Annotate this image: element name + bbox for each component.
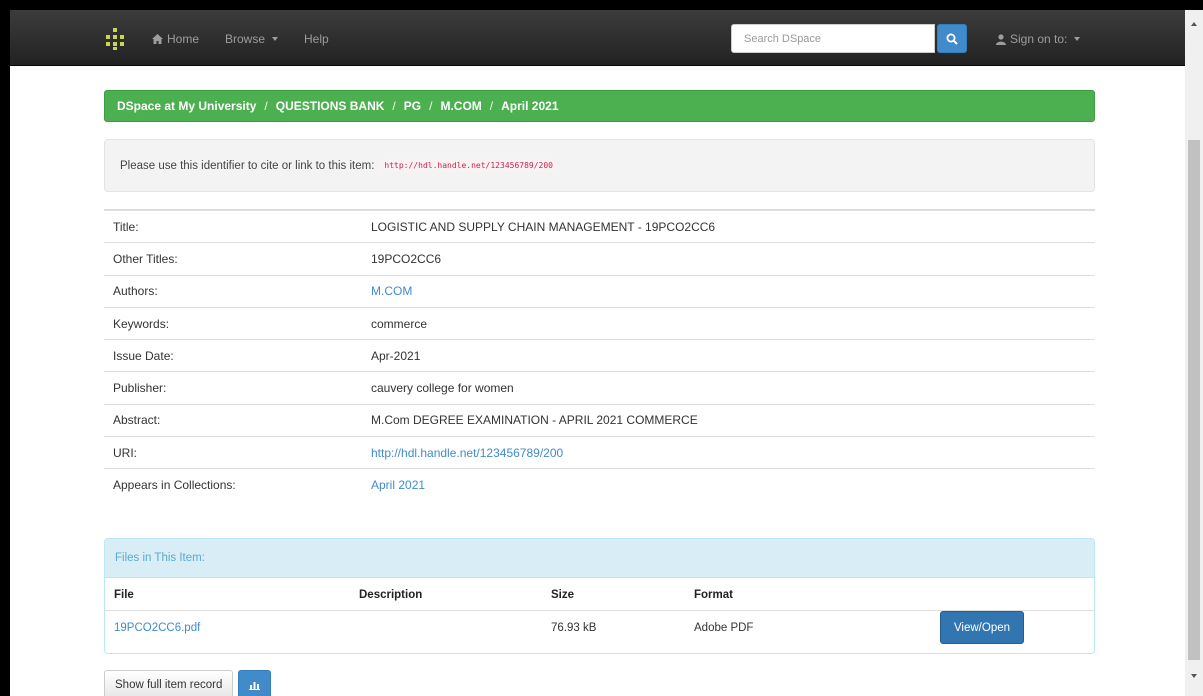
files-table-header: File Description Size Format [105,578,1094,611]
author-link[interactable]: M.COM [371,284,412,298]
nav-browse-dropdown[interactable]: Browse [225,32,279,46]
top-navbar: Home Browse Help Sign on to: [10,10,1185,66]
search-input[interactable] [731,24,935,53]
files-panel-heading: Files in This Item: [105,539,1094,578]
nav-browse-label: Browse [225,32,266,46]
metadata-row-publisher: Publisher: cauvery college for women [104,371,1095,403]
breadcrumb: DSpace at My University / QUESTIONS BANK… [104,90,1095,122]
show-full-record-button[interactable]: Show full item record [104,670,234,696]
breadcrumb-separator: / [264,99,268,113]
nav-help[interactable]: Help [304,32,329,46]
identifier-well: Please use this identifier to cite or li… [104,139,1095,192]
vertical-scrollbar[interactable] [1185,10,1203,696]
metadata-row-title: Title: LOGISTIC AND SUPPLY CHAIN MANAGEM… [104,210,1095,242]
breadcrumb-item-home[interactable]: DSpace at My University [117,99,256,113]
breadcrumb-item-questions-bank[interactable]: QUESTIONS BANK [276,99,385,113]
column-header-file: File [114,588,134,601]
identifier-text: Please use this identifier to cite or li… [120,159,375,172]
statistics-button[interactable] [238,670,272,696]
breadcrumb-separator: / [429,99,433,113]
nav-home[interactable]: Home [152,32,199,46]
view-open-button[interactable]: View/Open [940,611,1024,644]
metadata-value: 19PCO2CC6 [371,251,442,266]
metadata-label: Other Titles: [113,251,178,266]
files-panel: Files in This Item: File Description Siz… [104,538,1095,654]
column-header-format: Format [694,588,733,601]
metadata-value: cauvery college for women [371,381,514,396]
user-icon [996,33,1006,45]
metadata-label: Keywords: [113,316,170,331]
dspace-logo-icon[interactable] [106,28,124,50]
breadcrumb-item-pg[interactable]: PG [404,99,421,113]
caret-down-icon [272,37,279,41]
metadata-label: Authors: [113,284,158,299]
metadata-row-uri: URI: http://hdl.handle.net/123456789/200 [104,436,1095,468]
sign-on-label: Sign on to: [1010,32,1068,46]
sign-on-dropdown[interactable]: Sign on to: [996,32,1081,46]
file-size: 76.93 kB [551,621,597,634]
file-format: Adobe PDF [694,621,754,634]
nav-home-label: Home [167,32,200,46]
metadata-label: Appears in Collections: [113,478,236,493]
bar-chart-icon [249,682,261,690]
metadata-row-collections: Appears in Collections: April 2021 [104,468,1095,500]
column-header-size: Size [551,588,575,601]
identifier-url: http://hdl.handle.net/123456789/200 [380,159,557,172]
metadata-label: Publisher: [113,381,167,396]
home-icon [152,34,163,44]
breadcrumb-separator: / [392,99,396,113]
metadata-row-authors: Authors: M.COM [104,274,1095,307]
nav-help-label: Help [304,32,329,46]
breadcrumb-item-mcom[interactable]: M.COM [440,99,481,113]
column-header-description: Description [359,588,423,601]
item-actions: Show full item record [104,670,272,696]
scroll-down-arrow-icon[interactable] [1191,674,1197,678]
metadata-table: Title: LOGISTIC AND SUPPLY CHAIN MANAGEM… [104,209,1095,501]
metadata-row-abstract: Abstract: M.Com DEGREE EXAMINATION - APR… [104,403,1095,436]
table-row: 19PCO2CC6.pdf 76.93 kB Adobe PDF View/Op… [105,611,1094,644]
uri-link[interactable]: http://hdl.handle.net/123456789/200 [371,446,563,460]
scrollbar-thumb[interactable] [1188,140,1200,660]
metadata-value: Apr-2021 [371,348,421,363]
browser-viewport: Home Browse Help Sign on to: DSpace at M… [10,10,1185,696]
metadata-row-keywords: Keywords: commerce [104,306,1095,339]
metadata-value: commerce [371,316,428,331]
search-icon [946,33,958,45]
metadata-value: LOGISTIC AND SUPPLY CHAIN MANAGEMENT - 1… [371,219,716,234]
collection-link[interactable]: April 2021 [371,478,425,492]
metadata-label: Title: [113,219,139,234]
metadata-label: URI: [113,445,137,460]
file-link[interactable]: 19PCO2CC6.pdf [114,611,200,644]
metadata-label: Abstract: [113,413,161,428]
metadata-value: M.Com DEGREE EXAMINATION - APRIL 2021 CO… [371,413,698,428]
scroll-up-arrow-icon[interactable] [1191,22,1197,26]
files-table: File Description Size Format 19PCO2CC6.p… [105,578,1094,644]
metadata-row-other-titles: Other Titles: 19PCO2CC6 [104,242,1095,274]
breadcrumb-item-april-2021[interactable]: April 2021 [501,99,558,113]
caret-down-icon [1074,37,1081,41]
metadata-row-issue-date: Issue Date: Apr-2021 [104,339,1095,371]
search-button[interactable] [937,24,967,53]
metadata-label: Issue Date: [113,348,174,363]
breadcrumb-separator: / [489,99,494,113]
